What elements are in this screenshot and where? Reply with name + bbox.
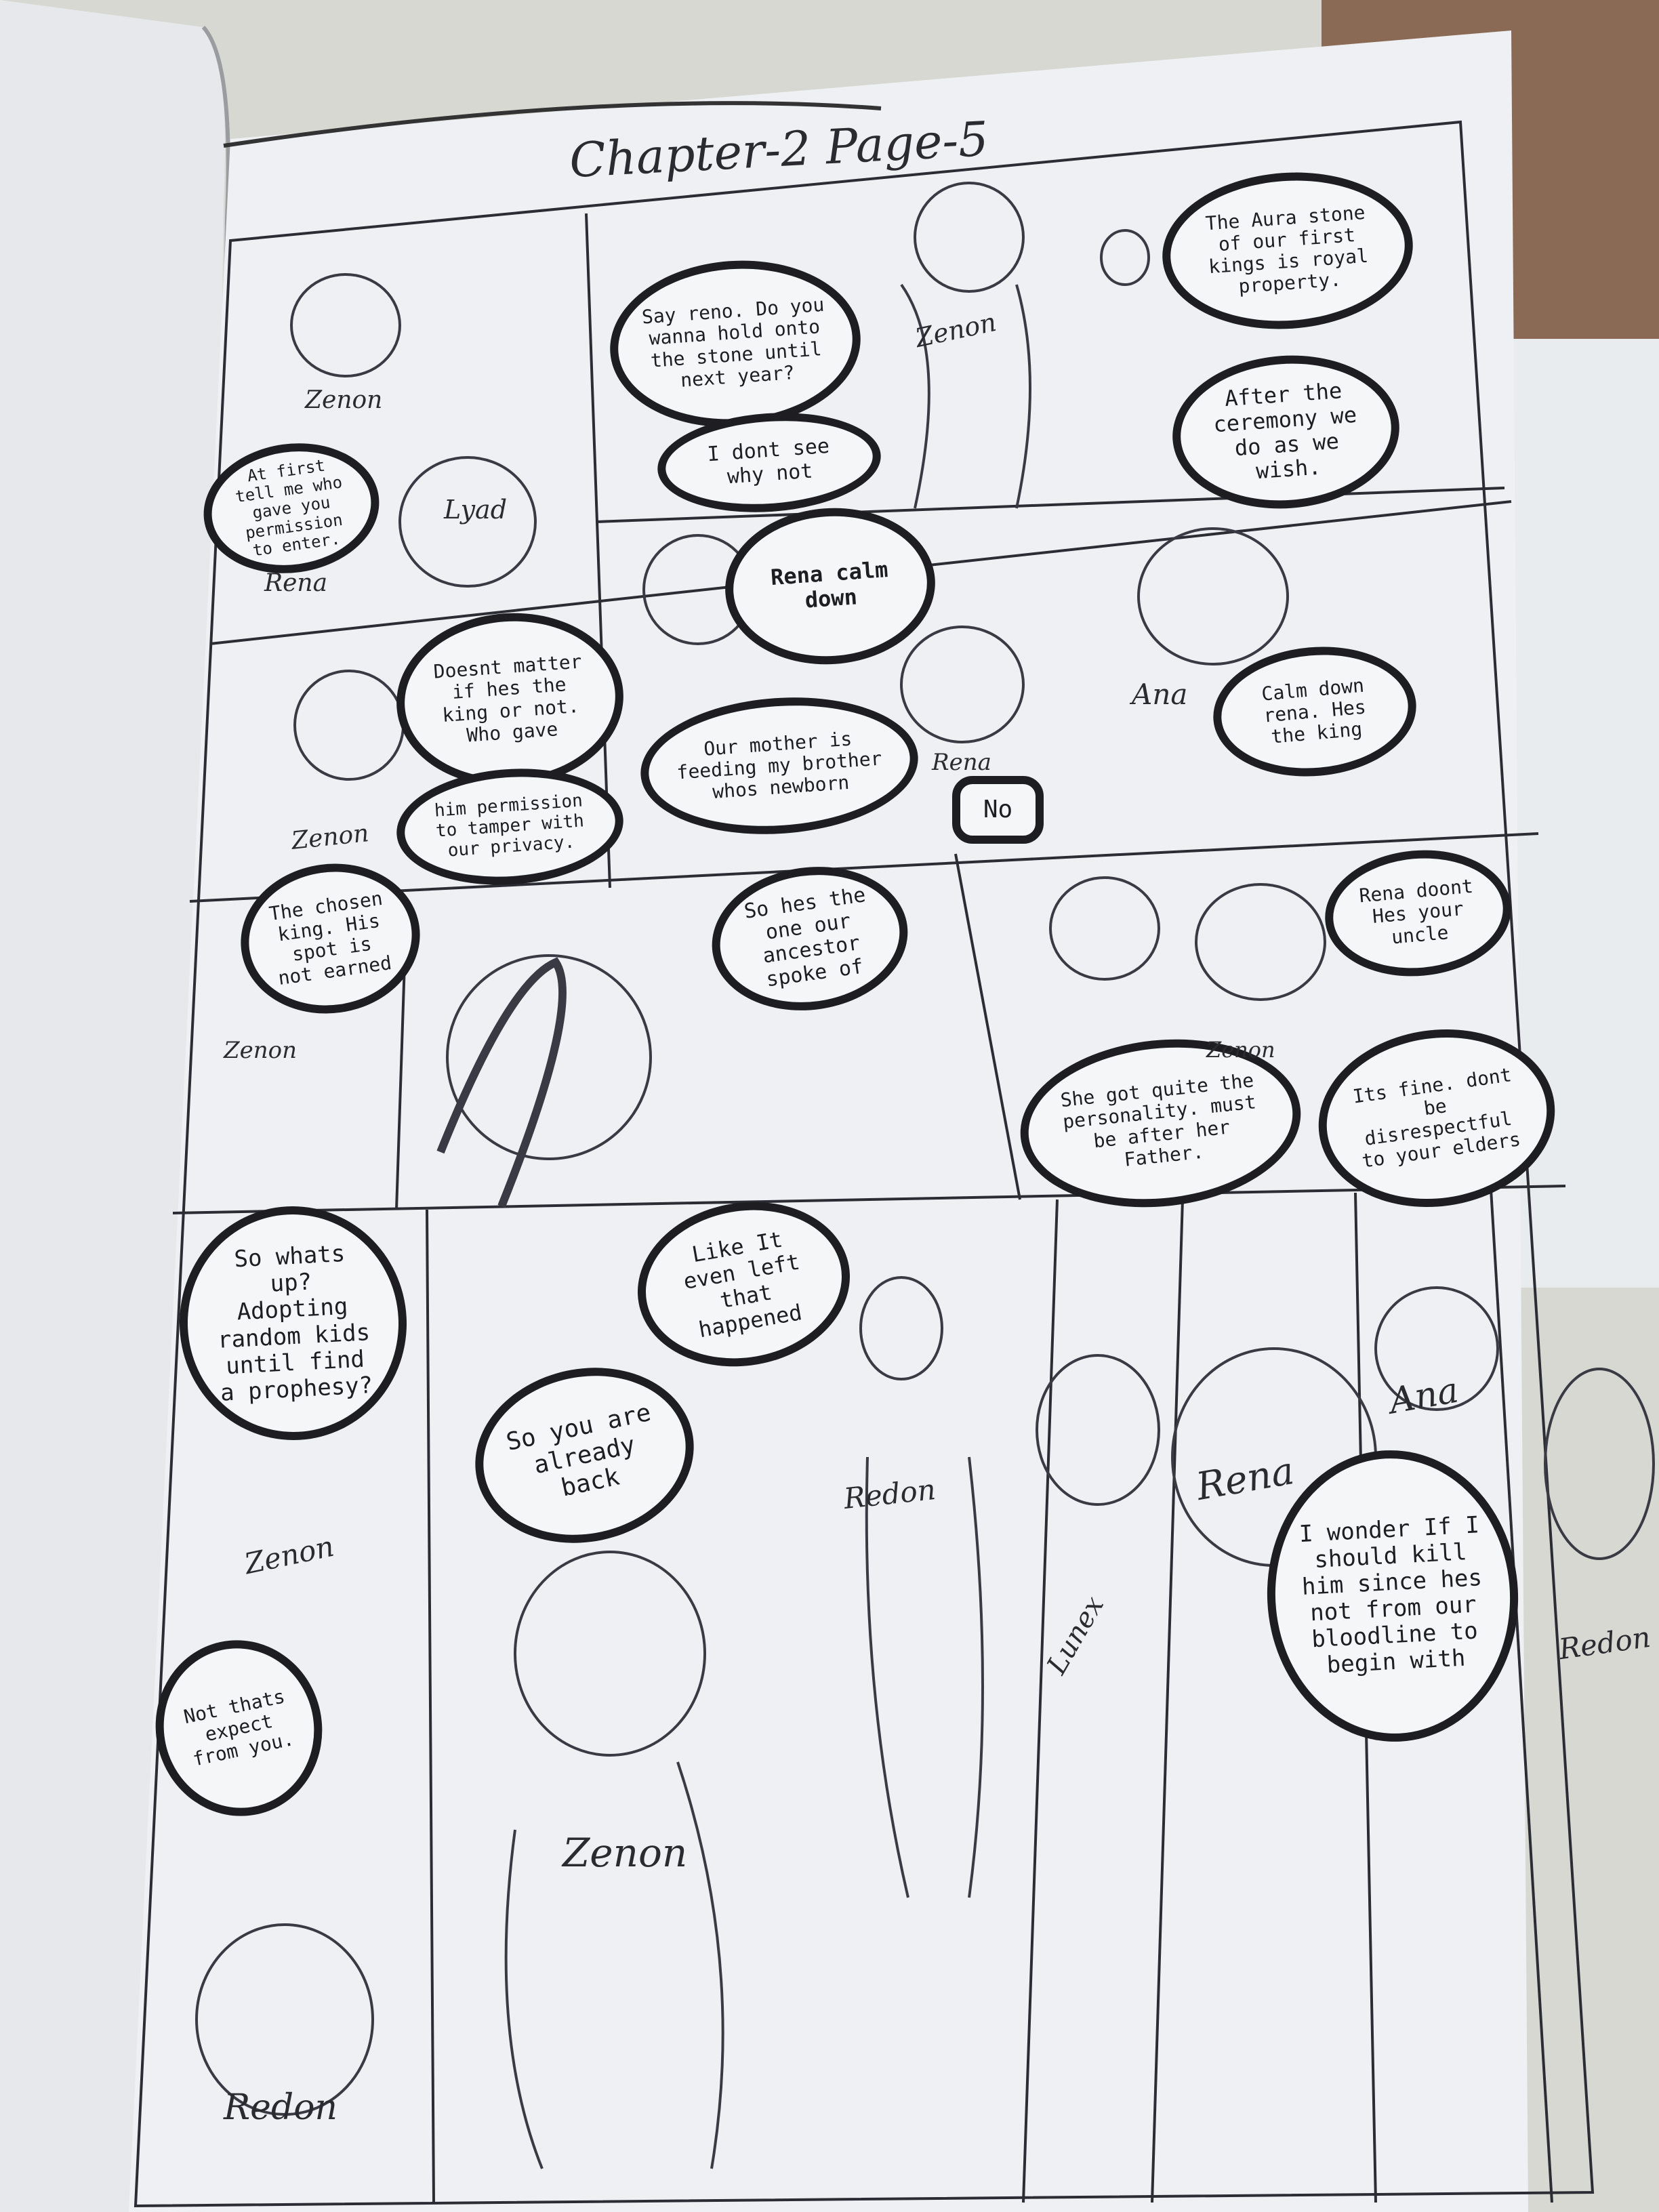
character-label: Lyad	[444, 495, 508, 525]
character-label: Zenon	[305, 386, 383, 414]
character-label: Zenon	[224, 1037, 298, 1064]
character-label: Zenon	[562, 1830, 688, 1876]
character-label: Ana	[1132, 678, 1188, 711]
character-label: Zenon	[1206, 1037, 1275, 1063]
character-label: Rena	[932, 749, 991, 776]
character-label: Rena	[264, 569, 328, 597]
character-label: Redon	[224, 2087, 338, 2128]
speech-bubble: No	[952, 776, 1044, 844]
